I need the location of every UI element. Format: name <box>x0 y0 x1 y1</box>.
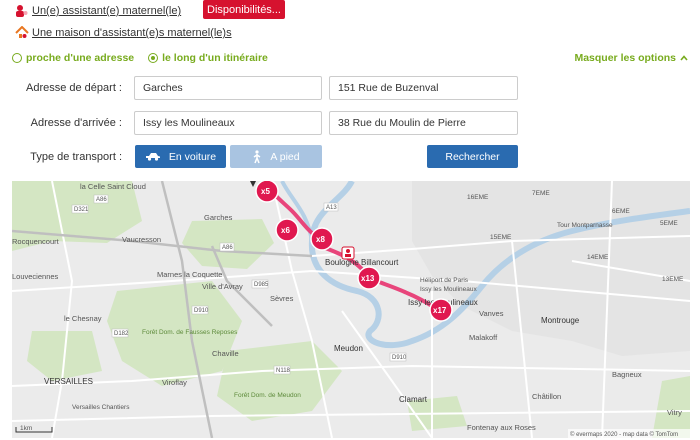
label-fausses-reposes: Forêt Dom. de Fausses Reposes <box>142 329 238 336</box>
arrival-street-input[interactable] <box>329 111 518 135</box>
label-montrouge: Montrouge <box>541 316 580 325</box>
cluster-badge-x8[interactable]: x8 <box>310 227 334 251</box>
radio-along-route[interactable]: le long d'un itinéraire <box>148 52 268 64</box>
transport-walk-label: A pied <box>270 150 300 163</box>
chevron-up-icon <box>680 55 688 61</box>
label-ville-avray: Ville d'Avray <box>202 282 243 291</box>
label-heliport: Héliport de Paris <box>420 277 469 284</box>
cluster-badge-x8-label: x8 <box>316 235 325 244</box>
transport-car-button[interactable]: En voiture <box>135 145 226 168</box>
label-arr5: 5EME <box>660 220 678 227</box>
maison-link-row[interactable]: Une maison d'assistant(e)s maternel(le)s <box>14 24 232 42</box>
label-versailles-ch: Versailles Chantiers <box>72 404 130 411</box>
start-address-label: Adresse de départ : <box>25 82 122 94</box>
cluster-badge-x6[interactable]: x6 <box>275 218 299 242</box>
hide-options-link[interactable]: Masquer les options <box>574 52 688 64</box>
start-city-input[interactable] <box>134 76 322 100</box>
cluster-badge-x13[interactable]: x13 <box>357 266 381 290</box>
assistant-marker-icon[interactable] <box>341 246 355 260</box>
map-scale-label: 1km <box>20 425 32 432</box>
label-malakoff: Malakoff <box>469 333 498 342</box>
label-arr7: 7EME <box>532 190 550 197</box>
radio-near-address-dot[interactable] <box>12 53 22 63</box>
label-vitry: Vitry <box>667 408 682 417</box>
assistant-link[interactable]: Un(e) assistant(e) maternel(le) <box>32 5 181 17</box>
transport-car-label: En voiture <box>168 150 217 163</box>
cluster-badge-x17-label: x17 <box>433 306 447 315</box>
road-d910-label: D910 <box>194 308 209 314</box>
road-a86-label: A86 <box>96 197 107 203</box>
label-vaucresson: Vaucresson <box>122 235 161 244</box>
road-d182-label: D182 <box>114 331 129 337</box>
label-foret-meudon: Forêt Dom. de Meudon <box>234 392 301 399</box>
road-d910-2-label: D910 <box>392 355 407 361</box>
label-arr16: 16EME <box>467 194 489 201</box>
label-vanves: Vanves <box>479 309 504 318</box>
label-chatillon: Châtillon <box>532 392 561 401</box>
road-d321-label: D321 <box>74 207 89 213</box>
label-versailles: VERSAILLES <box>44 377 93 386</box>
hide-options-label: Masquer les options <box>574 52 676 64</box>
map-view[interactable]: la Celle Saint Cloud Garches Vaucresson … <box>12 181 690 438</box>
search-button[interactable]: Rechercher <box>427 145 518 168</box>
label-arr14: 14EME <box>587 254 609 261</box>
header-links: Un(e) assistant(e) maternel(le) Une mais… <box>14 2 232 42</box>
label-fontenay: Fontenay aux Roses <box>467 423 536 432</box>
map-attribution: © evermaps 2020 - map data © TomTom <box>570 431 678 438</box>
radio-near-address-label: proche d'une adresse <box>26 52 135 64</box>
label-issy-small: Issy les Moulineaux <box>420 286 477 293</box>
label-chesnay: le Chesnay <box>64 314 102 323</box>
house-icon <box>14 25 30 41</box>
car-icon <box>145 152 161 161</box>
transport-walk-button[interactable]: A pied <box>230 145 322 168</box>
label-celle: la Celle Saint Cloud <box>80 182 146 191</box>
road-n118-label: N118 <box>276 368 291 374</box>
label-arr13: 13EME <box>662 276 684 283</box>
label-meudon: Meudon <box>334 344 363 353</box>
arrival-city-input[interactable] <box>134 111 322 135</box>
label-viroflay: Viroflay <box>162 378 187 387</box>
map-canvas[interactable]: la Celle Saint Cloud Garches Vaucresson … <box>12 181 690 438</box>
label-boulogne: Boulogne Billancourt <box>325 258 399 267</box>
cluster-badge-x5-label: x5 <box>261 187 270 196</box>
road-a86-2-label: A86 <box>222 245 233 251</box>
radio-near-address[interactable]: proche d'une adresse <box>12 52 134 64</box>
cluster-badge-x5[interactable]: x5 <box>255 181 279 203</box>
label-sevres: Sèvres <box>270 294 294 303</box>
label-chaville: Chaville <box>212 349 239 358</box>
start-street-input[interactable] <box>329 76 518 100</box>
road-a13-label: A13 <box>326 205 337 211</box>
maison-link[interactable]: Une maison d'assistant(e)s maternel(le)s <box>32 27 232 39</box>
arrival-address-label: Adresse d'arrivée : <box>30 117 122 129</box>
label-rocquencourt: Rocquencourt <box>12 237 60 246</box>
cluster-badge-x13-label: x13 <box>361 274 375 283</box>
disponibilites-button[interactable]: Disponibilités... <box>203 0 285 19</box>
search-mode-row: proche d'une adresse le long d'un itinér… <box>12 50 688 66</box>
label-arr6: 6EME <box>612 208 630 215</box>
label-louveciennes: Louveciennes <box>12 272 59 281</box>
label-arr15: 15EME <box>490 234 512 241</box>
label-marnes: Marnes la Coquette <box>157 270 222 279</box>
cluster-badge-x6-label: x6 <box>281 226 290 235</box>
assistant-person-icon <box>14 3 30 19</box>
road-d985-label: D985 <box>254 282 269 288</box>
cluster-badge-x17[interactable]: x17 <box>429 298 453 322</box>
transport-type-label: Type de transport : <box>30 151 122 163</box>
radio-along-route-label: le long d'un itinéraire <box>162 52 268 64</box>
radio-along-route-dot[interactable] <box>148 53 159 63</box>
assistant-link-row[interactable]: Un(e) assistant(e) maternel(le) <box>14 2 232 20</box>
label-garches: Garches <box>204 213 233 222</box>
walking-person-icon <box>252 149 262 164</box>
label-clamart: Clamart <box>399 395 428 404</box>
label-tour-montparnasse: Tour Montparnasse <box>557 222 613 229</box>
label-bagneux: Bagneux <box>612 370 642 379</box>
